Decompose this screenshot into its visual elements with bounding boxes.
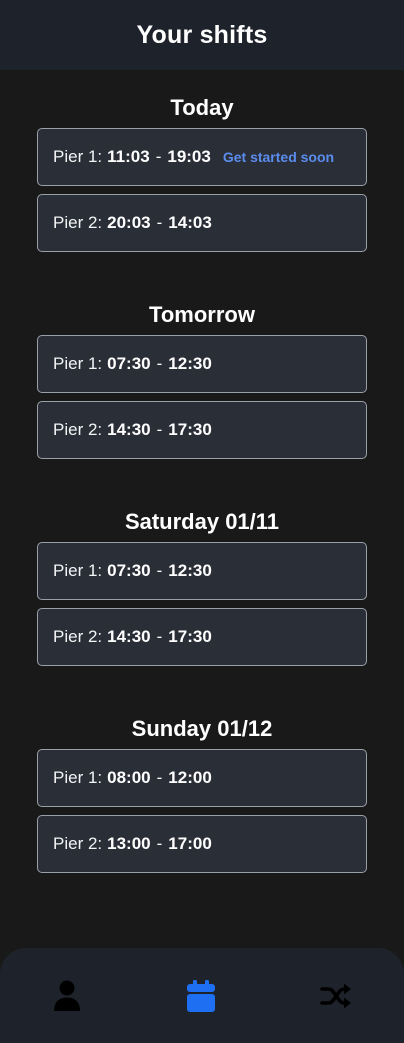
- shift-start: 14:30: [107, 627, 151, 646]
- shift-end: 12:30: [168, 561, 212, 580]
- time-separator: -: [156, 354, 163, 373]
- time-separator: -: [156, 213, 163, 232]
- shift-card[interactable]: Pier 2: 14:30 - 17:30: [37, 401, 367, 459]
- time-separator: -: [156, 768, 163, 787]
- shift-card[interactable]: Pier 2: 13:00 - 17:00: [37, 815, 367, 873]
- day-section-sunday: Sunday 01/12 Pier 1: 08:00 - 12:00 Pier …: [37, 714, 367, 873]
- shift-end: 19:03: [167, 147, 211, 166]
- pier-label: Pier 2:: [53, 834, 103, 853]
- app-screen: Your shifts Today Pier 1: 11:03 - 19:03 …: [0, 0, 404, 1043]
- shuffle-icon: [320, 983, 351, 1009]
- time-separator: -: [156, 420, 163, 439]
- pier-label: Pier 1:: [53, 147, 103, 166]
- day-section-today: Today Pier 1: 11:03 - 19:03 Get started …: [37, 93, 367, 252]
- shift-start: 07:30: [107, 354, 151, 373]
- shift-start: 11:03: [107, 147, 150, 166]
- pier-label: Pier 1:: [53, 354, 103, 373]
- pier-label: Pier 1:: [53, 561, 103, 580]
- nav-shuffle-button[interactable]: [318, 978, 354, 1014]
- shift-card[interactable]: Pier 1: 11:03 - 19:03 Get started soon: [37, 128, 367, 186]
- calendar-icon: [187, 980, 215, 1012]
- nav-profile-button[interactable]: [49, 978, 85, 1014]
- shift-card[interactable]: Pier 1: 07:30 - 12:30: [37, 335, 367, 393]
- shift-start: 13:00: [107, 834, 151, 853]
- shift-start: 14:30: [107, 420, 151, 439]
- time-separator: -: [156, 627, 163, 646]
- person-icon: [54, 980, 80, 1011]
- shift-end: 17:00: [168, 834, 212, 853]
- day-title: Sunday 01/12: [131, 716, 273, 741]
- pier-label: Pier 1:: [53, 768, 103, 787]
- pier-label: Pier 2:: [53, 420, 103, 439]
- pier-label: Pier 2:: [53, 627, 103, 646]
- shift-card[interactable]: Pier 1: 07:30 - 12:30: [37, 542, 367, 600]
- shift-start: 08:00: [107, 768, 151, 787]
- nav-shifts-button[interactable]: [183, 978, 219, 1014]
- status-note: Get started soon: [222, 149, 335, 165]
- time-separator: -: [156, 834, 163, 853]
- time-separator: -: [156, 561, 163, 580]
- shift-end: 17:30: [168, 627, 212, 646]
- page-title: Your shifts: [136, 20, 268, 49]
- day-title: Tomorrow: [149, 302, 255, 327]
- shift-card[interactable]: Pier 2: 20:03 - 14:03: [37, 194, 367, 252]
- top-header: Your shifts: [0, 0, 404, 70]
- day-title: Today: [170, 95, 234, 120]
- shift-end: 12:00: [168, 768, 212, 787]
- day-section-tomorrow: Tomorrow Pier 1: 07:30 - 12:30 Pier 2: 1…: [37, 300, 367, 459]
- bottom-nav: [0, 948, 404, 1043]
- shift-end: 12:30: [168, 354, 212, 373]
- shift-start: 20:03: [107, 213, 151, 232]
- shift-end: 17:30: [168, 420, 212, 439]
- shift-end: 14:03: [168, 213, 212, 232]
- pier-label: Pier 2:: [53, 213, 103, 232]
- day-title: Saturday 01/11: [124, 509, 280, 534]
- shift-card[interactable]: Pier 1: 08:00 - 12:00: [37, 749, 367, 807]
- shift-card[interactable]: Pier 2: 14:30 - 17:30: [37, 608, 367, 666]
- time-separator: -: [155, 147, 162, 166]
- day-section-saturday: Saturday 01/11 Pier 1: 07:30 - 12:30 Pie…: [37, 507, 367, 666]
- shift-start: 07:30: [107, 561, 151, 580]
